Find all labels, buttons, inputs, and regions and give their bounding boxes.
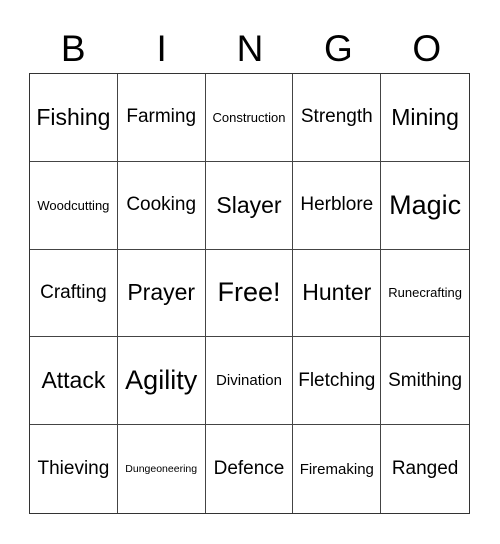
- bingo-cell[interactable]: Hunter: [293, 249, 382, 338]
- bingo-cell[interactable]: Cooking: [117, 161, 206, 250]
- bingo-cell[interactable]: Smithing: [381, 337, 469, 426]
- bingo-cell[interactable]: Agility: [117, 337, 206, 426]
- bingo-cell[interactable]: Divination: [205, 337, 294, 426]
- bingo-cell[interactable]: Slayer: [205, 161, 294, 250]
- header-letter-i: I: [156, 28, 167, 69]
- bingo-cell[interactable]: Woodcutting: [30, 161, 118, 250]
- bingo-cell[interactable]: Fletching: [293, 337, 382, 426]
- bingo-cell[interactable]: Dungeoneering: [118, 425, 206, 513]
- bingo-cell[interactable]: Attack: [30, 337, 118, 426]
- bingo-cell[interactable]: Fishing: [30, 74, 118, 162]
- header-letter-n: N: [236, 28, 264, 69]
- bingo-cell[interactable]: Defence: [206, 425, 294, 513]
- bingo-cell[interactable]: Firemaking: [293, 425, 382, 513]
- bingo-cell[interactable]: Magic: [381, 162, 469, 250]
- header-letter-o: O: [412, 28, 442, 69]
- bingo-cell[interactable]: Farming: [117, 74, 206, 162]
- bingo-header: B I N G O: [29, 28, 471, 70]
- header-letter-g: G: [323, 28, 353, 69]
- free-space-cell[interactable]: Free!: [205, 249, 294, 338]
- bingo-cell[interactable]: Thieving: [30, 425, 118, 513]
- bingo-cell[interactable]: Ranged: [381, 425, 469, 513]
- bingo-grid: Fishing Farming Construction Strength Mining…: [29, 73, 470, 514]
- bingo-cell[interactable]: Strength: [293, 74, 382, 162]
- bingo-cell[interactable]: Runecrafting: [381, 250, 469, 338]
- bingo-cell[interactable]: Construction: [205, 74, 294, 162]
- bingo-cell[interactable]: Crafting: [30, 249, 118, 338]
- bingo-cell[interactable]: Prayer: [117, 249, 206, 338]
- bingo-cell[interactable]: Mining: [381, 74, 469, 162]
- bingo-cell[interactable]: Herblore: [293, 161, 382, 250]
- header-letter-b: B: [60, 28, 86, 69]
